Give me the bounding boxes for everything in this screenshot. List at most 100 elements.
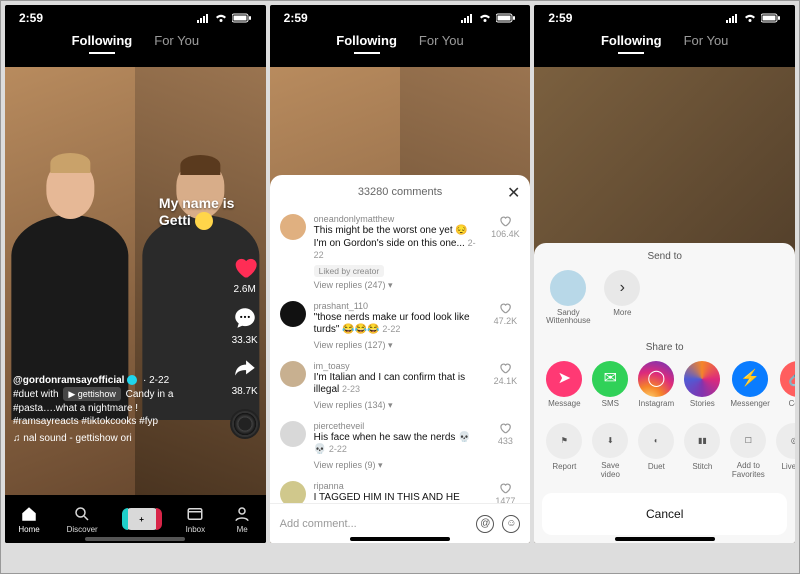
comment-like-count: 106.4K — [491, 229, 520, 239]
nav-discover[interactable]: Discover — [67, 504, 98, 534]
share-target[interactable]: ⚡Messenger — [730, 361, 770, 408]
action-rail: 2.6M 33.3K 38.7K — [230, 252, 260, 439]
comment-text: His face when he saw the nerds 💀💀 2-22 — [314, 432, 483, 457]
nav-create[interactable]: + — [125, 508, 159, 530]
comment-like-count: 24.1K — [494, 376, 518, 386]
comment-row[interactable]: ripannaI TAGGED HIM IN THIS AND HE MADE … — [280, 476, 521, 504]
comments-header: 33280 comments ✕ — [270, 175, 531, 209]
phone-share: 2:59 Following For You Send to Sandy Wit… — [534, 5, 795, 543]
like-comment[interactable]: 47.2K — [490, 301, 520, 351]
bottom-nav: Home Discover + Inbox Me — [5, 495, 266, 543]
tab-following[interactable]: Following — [601, 33, 662, 48]
liked-by-creator: Liked by creator — [314, 265, 384, 277]
share-action[interactable]: ◎Live ph — [776, 423, 795, 480]
status-bar: 2:59 — [270, 5, 531, 27]
comment-text: I TAGGED HIM IN THIS AND HE MADE A VIDEO… — [314, 492, 483, 504]
mention-button[interactable]: @ — [476, 515, 494, 533]
heart-icon — [231, 253, 259, 281]
comment-user[interactable]: ripanna — [314, 481, 483, 491]
home-indicator — [350, 537, 450, 541]
share-action[interactable]: ▮▮Stitch — [684, 423, 720, 480]
close-button[interactable]: ✕ — [507, 183, 520, 203]
share-target[interactable]: Stories — [684, 361, 720, 408]
nav-home[interactable]: Home — [18, 504, 39, 534]
sound-disc[interactable] — [230, 409, 260, 439]
tab-following[interactable]: Following — [72, 33, 133, 48]
nav-me[interactable]: Me — [232, 504, 252, 534]
contact-icon — [550, 270, 586, 306]
like-comment[interactable]: 1477 — [490, 481, 520, 504]
sound-ticker[interactable]: ♫ nal sound - gettishow ori — [13, 432, 206, 446]
signal-icon — [196, 13, 210, 23]
send-target[interactable]: ›More — [600, 270, 644, 326]
comment-input[interactable]: Add comment... — [280, 518, 469, 530]
like-button[interactable]: 2.6M — [230, 252, 260, 295]
share-button[interactable]: 38.7K — [230, 354, 260, 397]
overlay-line2: Getti — [159, 212, 191, 228]
comment-row[interactable]: oneandonlymatthewThis might be the worst… — [280, 209, 521, 296]
like-comment[interactable]: 106.4K — [490, 214, 520, 291]
comment-like-count: 47.2K — [494, 316, 518, 326]
share-action[interactable]: ☐Add to Favorites — [730, 423, 766, 480]
action-icon: ⬇ — [592, 423, 628, 459]
caption-text: #duet with ▶ gettishow Candy in a #pasta… — [13, 387, 206, 429]
comment-text: I'm Italian and I can confirm that is il… — [314, 372, 483, 397]
view-replies[interactable]: View replies (247) ▾ — [314, 280, 483, 291]
view-replies[interactable]: View replies (127) ▾ — [314, 340, 483, 351]
avatar[interactable] — [280, 481, 306, 504]
comments-sheet: 33280 comments ✕ oneandonlymatthewThis m… — [270, 175, 531, 543]
comment-user[interactable]: prashant_110 — [314, 301, 483, 311]
avatar[interactable] — [280, 421, 306, 447]
view-replies[interactable]: View replies (134) ▾ — [314, 400, 483, 411]
cancel-button[interactable]: Cancel — [542, 493, 787, 535]
action-icon: ▮▮ — [684, 423, 720, 459]
battery-icon — [496, 13, 516, 23]
comment-user[interactable]: im_toasy — [314, 361, 483, 371]
tab-following[interactable]: Following — [336, 33, 397, 48]
like-comment[interactable]: 433 — [490, 421, 520, 471]
nav-inbox[interactable]: Inbox — [185, 504, 205, 534]
share-target[interactable]: 🔗Copy — [780, 361, 795, 408]
video-area[interactable]: My name is Getti 2.6M 33.3K 38.7K — [5, 67, 266, 495]
tab-foryou[interactable]: For You — [684, 33, 729, 48]
avatar[interactable] — [280, 361, 306, 387]
comment-user[interactable]: piercetheveil — [314, 421, 483, 431]
share-target[interactable]: ✉SMS — [592, 361, 628, 408]
contact-icon: › — [604, 270, 640, 306]
comment-user[interactable]: oneandonlymatthew — [314, 214, 483, 224]
avatar[interactable] — [280, 301, 306, 327]
tab-foryou[interactable]: For You — [419, 33, 464, 48]
like-comment[interactable]: 24.1K — [490, 361, 520, 411]
avatar[interactable] — [280, 214, 306, 240]
view-replies[interactable]: View replies (9) ▾ — [314, 460, 483, 471]
emoji-button[interactable]: ☺ — [502, 515, 520, 533]
share-to-title: Share to — [534, 334, 795, 357]
comment-row[interactable]: prashant_110"those nerds make ur food lo… — [280, 296, 521, 356]
comment-count: 33.3K — [232, 335, 258, 346]
action-icon: ◐ — [638, 423, 674, 459]
emoji-icon — [195, 212, 213, 230]
action-icon: ⚑ — [546, 423, 582, 459]
feed-tabs: Following For You — [270, 27, 531, 58]
share-action[interactable]: ⬇Save video — [592, 423, 628, 480]
comments-list[interactable]: oneandonlymatthewThis might be the worst… — [270, 209, 531, 503]
heart-outline-icon — [498, 301, 512, 315]
status-bar: 2:59 — [534, 5, 795, 27]
inbox-icon — [186, 505, 204, 523]
comment-button[interactable]: 33.3K — [230, 303, 260, 346]
comments-count: 33280 comments — [358, 186, 442, 198]
comment-row[interactable]: piercetheveilHis face when he saw the ne… — [280, 416, 521, 476]
comment-text: This might be the worst one yet 😔 I'm on… — [314, 225, 483, 263]
share-action[interactable]: ⚑Report — [546, 423, 582, 480]
tab-foryou[interactable]: For You — [154, 33, 199, 48]
wifi-icon — [478, 13, 492, 23]
share-action[interactable]: ◐Duet — [638, 423, 674, 480]
send-target[interactable]: Sandy Wittenhouse — [546, 270, 590, 326]
duet-with-pill[interactable]: ▶ gettishow — [63, 387, 120, 401]
author-username[interactable]: @gordonramsayofficial — [13, 374, 137, 388]
battery-icon — [232, 13, 252, 23]
share-target[interactable]: ➤Message — [546, 361, 582, 408]
share-target[interactable]: ◯Instagram — [638, 361, 674, 408]
comment-row[interactable]: im_toasyI'm Italian and I can confirm th… — [280, 356, 521, 416]
comment-icon — [232, 305, 258, 331]
